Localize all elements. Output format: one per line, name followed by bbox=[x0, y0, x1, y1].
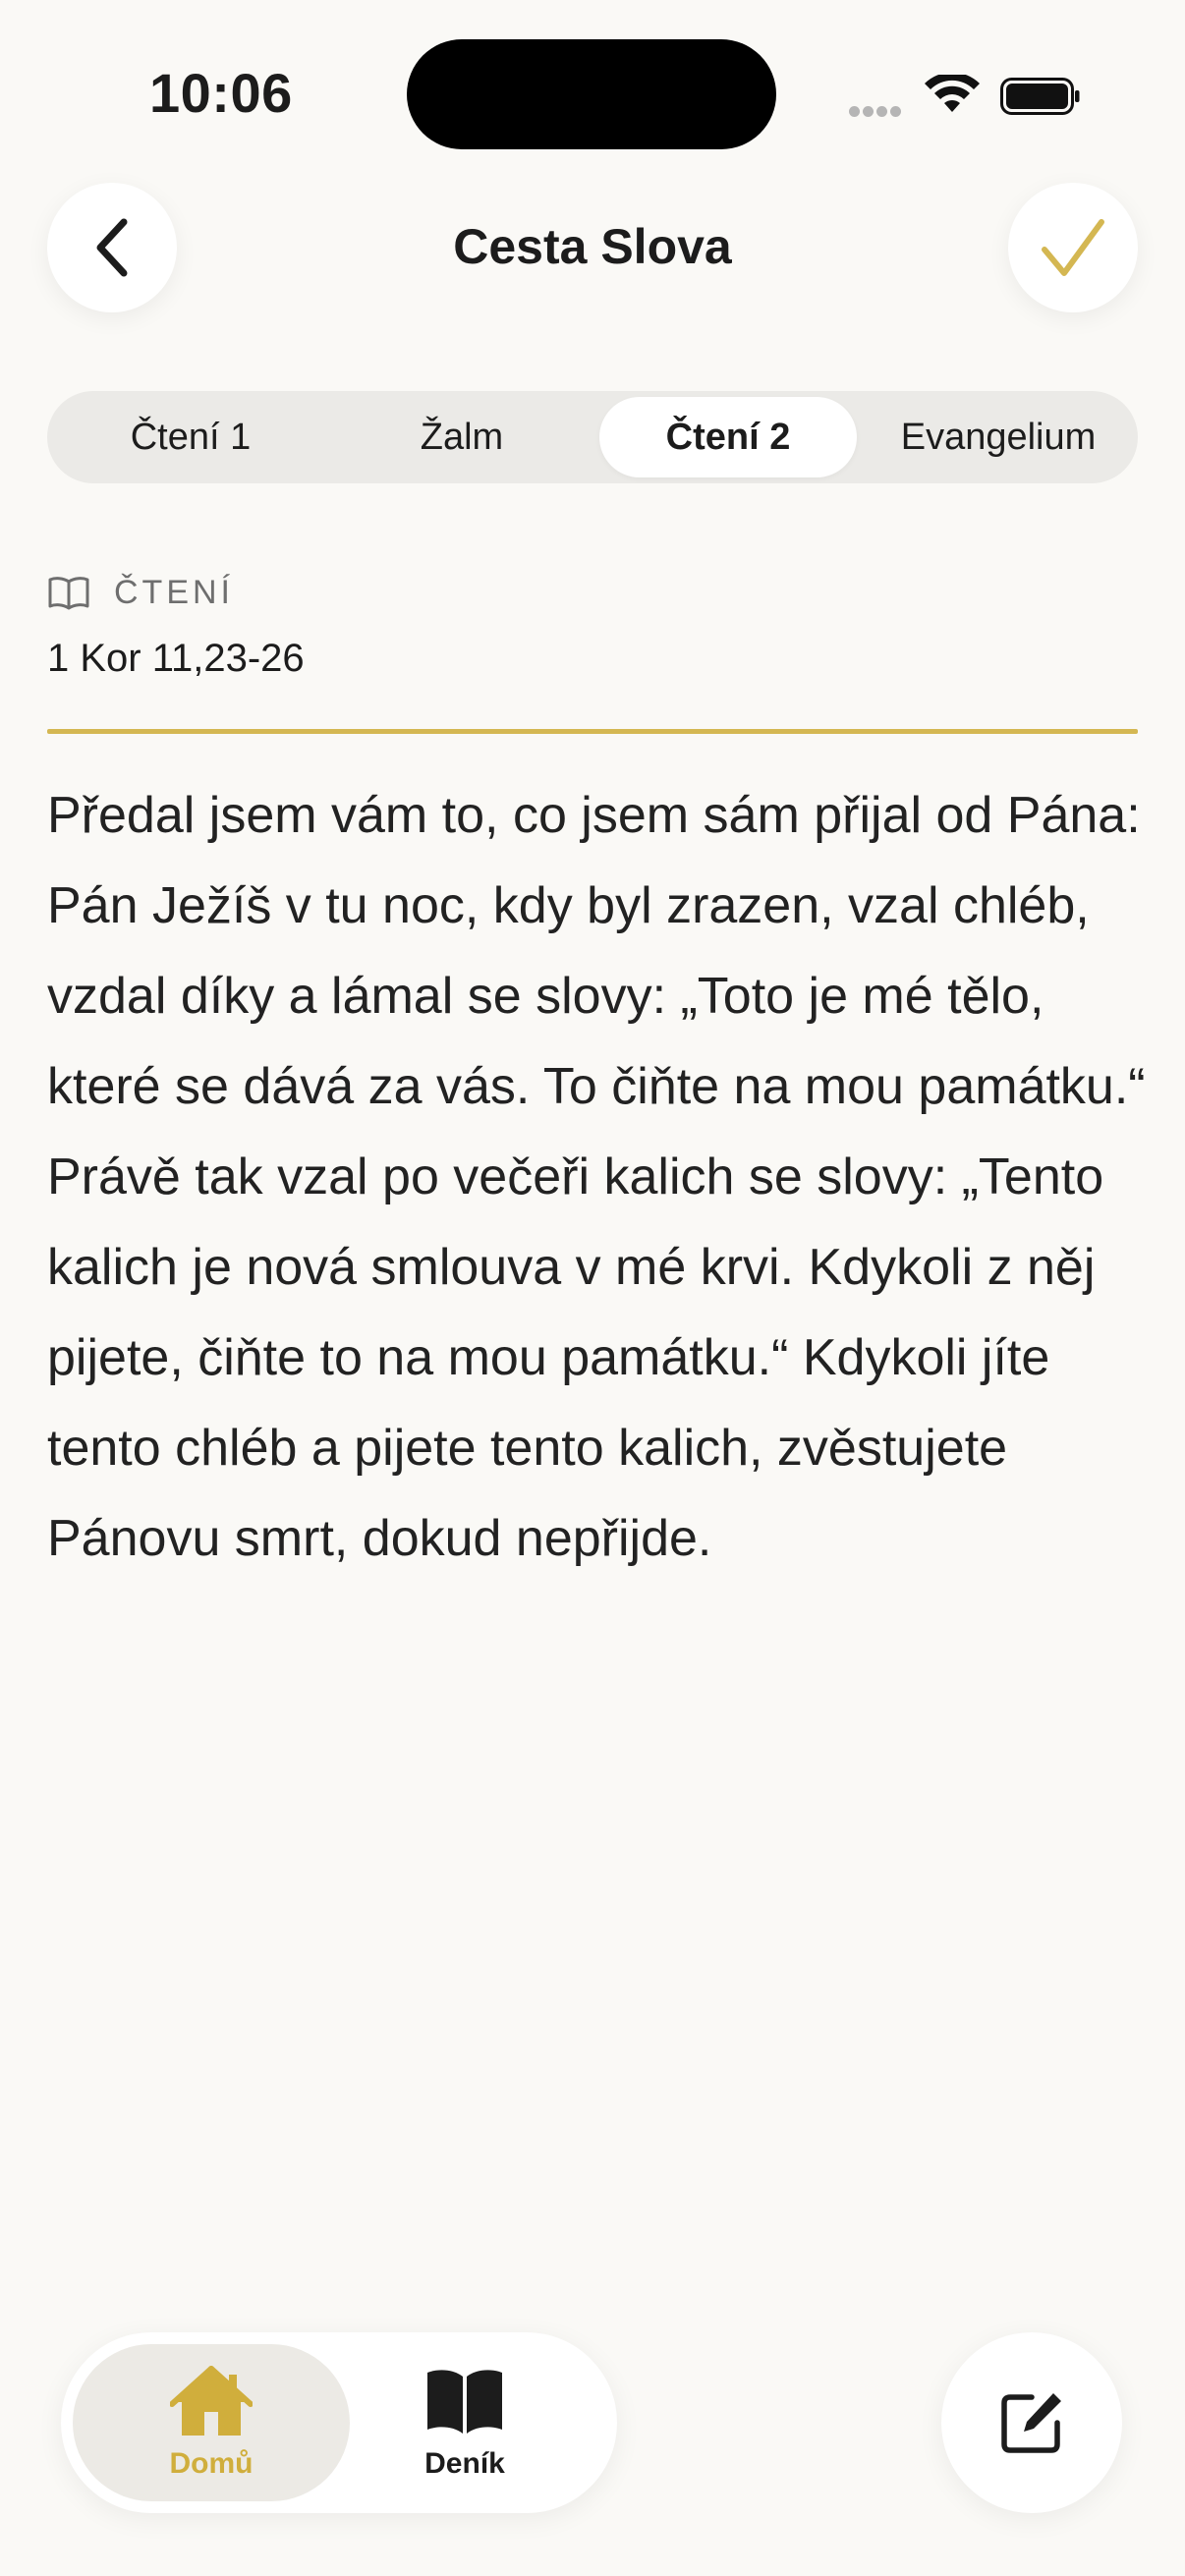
tab-home[interactable]: Domů bbox=[73, 2344, 350, 2501]
tab-journal-label: Deník bbox=[424, 2447, 505, 2480]
status-time: 10:06 bbox=[149, 62, 293, 124]
home-icon bbox=[170, 2366, 253, 2436]
scripture-reference: 1 Kor 11,23-26 bbox=[47, 637, 305, 680]
confirm-button[interactable] bbox=[1008, 183, 1138, 312]
divider bbox=[47, 729, 1138, 734]
tab-evangelium[interactable]: Evangelium bbox=[869, 397, 1128, 477]
tab-journal[interactable]: Deník bbox=[326, 2344, 603, 2501]
reading-text: Předal jsem vám to, co jsem sám přijal o… bbox=[47, 787, 1146, 1567]
tab-cteni-1[interactable]: Čtení 1 bbox=[61, 397, 320, 477]
battery-icon bbox=[1000, 78, 1080, 115]
section-header: ČTENÍ bbox=[47, 570, 234, 615]
checkmark-icon bbox=[1042, 219, 1104, 276]
cellular-signal-icon bbox=[849, 104, 904, 122]
compose-icon bbox=[1001, 2393, 1061, 2453]
section-label: ČTENÍ bbox=[114, 573, 234, 611]
tab-cteni-2[interactable]: Čtení 2 bbox=[599, 397, 857, 477]
tab-home-label: Domů bbox=[169, 2447, 254, 2480]
tab-zalm[interactable]: Žalm bbox=[332, 397, 592, 477]
compose-button[interactable] bbox=[941, 2332, 1122, 2513]
reading-segmented-control: Čtení 1 Žalm Čtení 2 Evangelium bbox=[47, 391, 1138, 483]
screen: 10:06 Cesta Slova Čtení 1 Žalm Čtení 2 E… bbox=[0, 0, 1185, 2576]
wifi-icon bbox=[925, 75, 980, 112]
open-book-icon bbox=[427, 2370, 502, 2434]
dynamic-island bbox=[407, 39, 776, 149]
book-icon bbox=[48, 577, 89, 610]
bottom-tab-bar: Domů Deník bbox=[61, 2332, 617, 2513]
